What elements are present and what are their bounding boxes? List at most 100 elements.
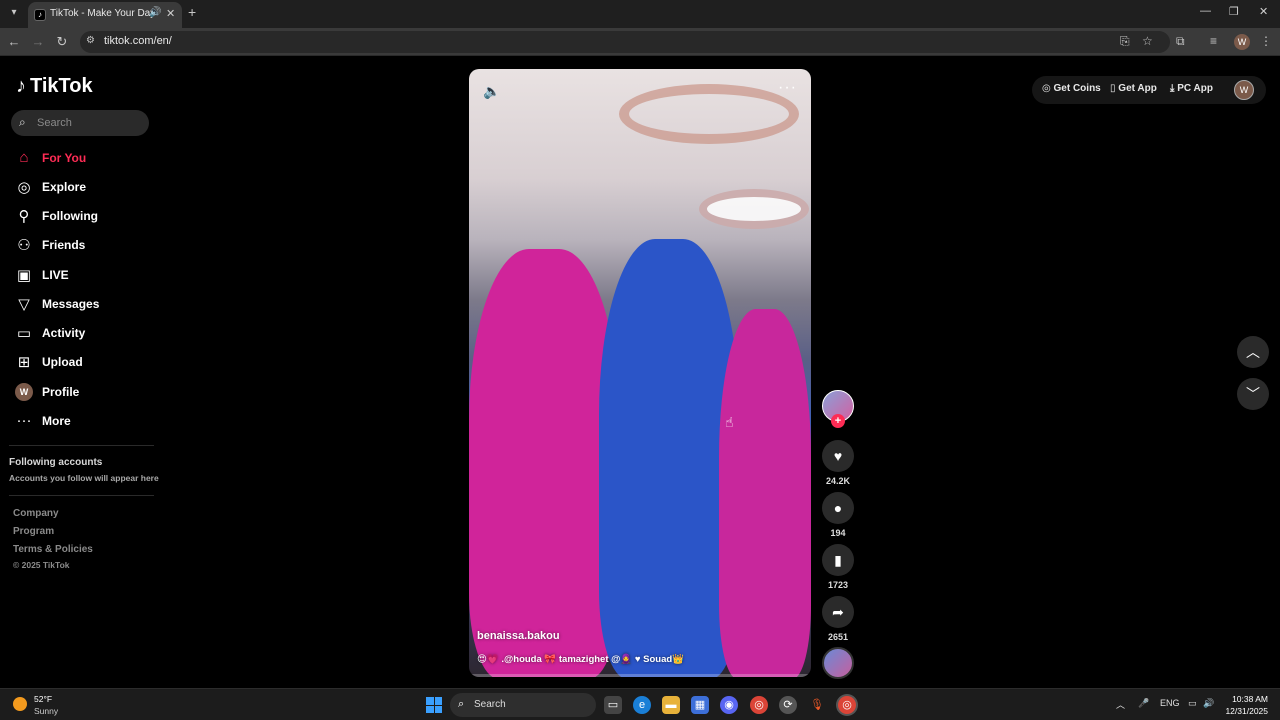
following-accounts-subtitle: Accounts you follow will appear here <box>9 473 159 483</box>
sidebar-item-friends[interactable]: ⚇ Friends <box>14 235 154 257</box>
back-button[interactable]: ← <box>6 34 22 49</box>
sidebar-item-profile[interactable]: W Profile <box>14 382 154 404</box>
chrome-active-icon[interactable]: ◎ <box>838 696 856 714</box>
site-info-icon[interactable]: ⚙ <box>86 35 95 46</box>
weather-sun-icon[interactable] <box>13 697 27 711</box>
browser-tab-strip: ▾ ♪ TikTok - Make Your Day 🔊 ✕ + — ❐ ✕ <box>0 0 1280 28</box>
install-app-icon[interactable]: ⎘ <box>1120 34 1130 49</box>
bookmark-icon: ▮ <box>834 552 842 568</box>
video-player[interactable]: 🔈 ··· benaissa.bakou 😍💗 .@houda 🎀 tamazi… <box>469 69 811 677</box>
video-progress-bar[interactable] <box>469 674 811 677</box>
sidebar-divider <box>9 495 154 496</box>
edge-icon[interactable]: e <box>633 696 651 714</box>
mouse-cursor-icon: ☝ <box>725 414 734 430</box>
file-explorer-icon[interactable]: ▬ <box>662 696 680 714</box>
media-control-icon[interactable]: ≡ <box>1210 34 1217 48</box>
mic-tray-icon[interactable]: 🎤 <box>1138 698 1149 709</box>
weather-condition[interactable]: Sunny <box>34 706 58 716</box>
browser-profile-avatar[interactable]: W <box>1234 34 1250 50</box>
video-caption: 😍💗 .@houda 🎀 tamazighet @🧕 ♥ Souad👑 <box>477 654 685 665</box>
bookmark-star-icon[interactable]: ☆ <box>1142 34 1153 48</box>
app-icon[interactable]: ⟳ <box>779 696 797 714</box>
url-text[interactable]: tiktok.com/en/ <box>104 35 172 47</box>
clock-time[interactable]: 10:38 AM <box>1232 694 1268 704</box>
footer-program-link[interactable]: Program <box>13 526 54 537</box>
coin-icon: ◎ <box>1042 83 1051 94</box>
reload-button[interactable]: ↻ <box>54 34 70 50</box>
tab-audio-icon[interactable]: 🔊 <box>149 7 161 18</box>
discord-icon[interactable]: ◉ <box>720 696 738 714</box>
forward-button[interactable]: → <box>30 34 46 49</box>
bookmark-count: 1723 <box>827 580 849 590</box>
search-icon: ⌕ <box>19 115 26 129</box>
video-author[interactable]: benaissa.bakou <box>477 630 560 642</box>
sidebar-item-upload[interactable]: ⊞ Upload <box>14 352 154 374</box>
minimize-icon[interactable]: — <box>1200 5 1211 17</box>
extensions-icon[interactable]: ⧉ <box>1176 34 1185 49</box>
follow-button[interactable]: + <box>831 414 845 428</box>
home-icon: ⌂ <box>19 149 29 166</box>
video-scene-ceiling <box>619 84 799 144</box>
header-profile-avatar[interactable]: W <box>1234 80 1254 100</box>
language-indicator[interactable]: ENG <box>1160 698 1180 708</box>
compass-icon: ◎ <box>17 179 31 196</box>
sidebar-item-explore[interactable]: ◎ Explore <box>14 177 154 199</box>
share-button[interactable]: ➦ <box>822 596 854 628</box>
tiktok-logo[interactable]: ♪ TikTok <box>16 75 93 98</box>
tray-overflow-icon[interactable]: ︿ <box>1116 698 1125 711</box>
sidebar-item-for-you[interactable]: ⌂ For You <box>14 148 154 170</box>
task-view-icon[interactable]: ▭ <box>604 696 622 714</box>
share-icon: ➦ <box>832 604 844 620</box>
share-count: 2651 <box>827 632 849 642</box>
weather-temperature[interactable]: 52°F <box>34 694 52 704</box>
chrome-icon[interactable]: ◎ <box>750 696 768 714</box>
chrome-menu-icon[interactable]: ⋮ <box>1260 34 1272 48</box>
tiktok-favicon-icon: ♪ <box>34 9 46 21</box>
microphone-app-icon[interactable]: 🎙 <box>808 696 826 714</box>
volume-icon[interactable]: 🔈 <box>483 83 500 100</box>
footer-terms-link[interactable]: Terms & Policies <box>13 544 93 555</box>
pc-app-label: PC App <box>1177 83 1213 94</box>
tab-close-icon[interactable]: ✕ <box>166 7 175 20</box>
tiktok-note-icon: ♪ <box>16 75 26 97</box>
upload-icon: ⊞ <box>17 354 31 371</box>
search-input[interactable]: ⌕ Search <box>11 110 149 136</box>
restore-icon[interactable]: ❐ <box>1229 5 1239 18</box>
tab-search-menu-icon[interactable]: ▾ <box>6 5 22 21</box>
like-button[interactable]: ♥ <box>822 440 854 472</box>
video-scene-person <box>599 239 739 677</box>
bookmark-button[interactable]: ▮ <box>822 544 854 576</box>
next-video-button[interactable]: ﹀ <box>1237 378 1269 410</box>
avatar: W <box>15 383 33 401</box>
music-disc-icon[interactable] <box>822 647 854 679</box>
store-icon[interactable]: ▦ <box>691 696 709 714</box>
windows-taskbar: 52°F Sunny ⌕ Search ▭ e ▬ ▦ ◉ ◎ ⟳ 🎙 ◎ ︿ … <box>0 688 1280 720</box>
sidebar-item-following[interactable]: ⚲ Following <box>14 206 154 228</box>
network-icon[interactable]: ▭ <box>1188 698 1197 709</box>
video-scene-person <box>469 249 619 677</box>
comment-button[interactable]: ● <box>822 492 854 524</box>
like-count: 24.2K <box>825 476 851 486</box>
taskbar-search[interactable]: ⌕ Search <box>450 693 596 717</box>
search-placeholder: Search <box>37 117 72 129</box>
sidebar-item-more[interactable]: ··· More <box>14 411 154 433</box>
get-coins-button[interactable]: ◎ Get Coins <box>1042 83 1101 94</box>
pc-app-button[interactable]: ⤓ PC App <box>1170 83 1213 94</box>
windows-start-icon[interactable] <box>426 697 442 713</box>
browser-tab[interactable]: ♪ TikTok - Make Your Day 🔊 ✕ <box>28 2 182 28</box>
get-app-button[interactable]: ▯ Get App <box>1110 83 1157 94</box>
clock-date[interactable]: 12/31/2025 <box>1220 706 1268 716</box>
sidebar-item-live[interactable]: ▣ LIVE <box>14 265 154 287</box>
address-bar[interactable]: ⚙ tiktok.com/en/ <box>80 31 1170 53</box>
previous-video-button[interactable]: ︿ <box>1237 336 1269 368</box>
sidebar-item-messages[interactable]: ▽ Messages <box>14 294 154 316</box>
chevron-up-icon: ︿ <box>1246 344 1260 360</box>
user-follow-icon: ⚲ <box>18 208 30 225</box>
tab-title: TikTok - Make Your Day <box>50 8 156 19</box>
window-close-icon[interactable]: ✕ <box>1259 5 1268 18</box>
speaker-icon[interactable]: 🔊 <box>1203 698 1214 709</box>
video-more-icon[interactable]: ··· <box>778 79 797 97</box>
footer-company-link[interactable]: Company <box>13 508 59 519</box>
new-tab-button[interactable]: + <box>188 4 196 20</box>
sidebar-item-activity[interactable]: ▭ Activity <box>14 323 154 345</box>
